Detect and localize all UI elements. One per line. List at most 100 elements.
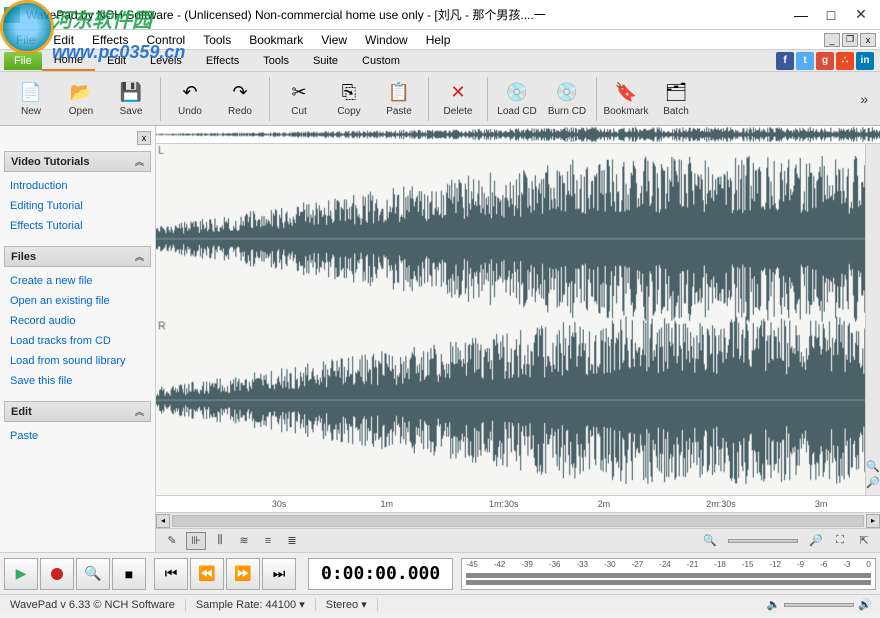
freq-view-icon[interactable]: ⫼ <box>210 532 230 550</box>
tab-home[interactable]: Home <box>42 51 95 71</box>
scrub-button[interactable]: 🔍 <box>76 558 110 590</box>
linkedin-icon[interactable]: in <box>856 52 874 70</box>
link-introduction[interactable]: Introduction <box>6 176 149 196</box>
menu-view[interactable]: View <box>313 31 355 49</box>
status-channels: Stereo ▾ <box>316 598 378 611</box>
delete-button[interactable]: ✕Delete <box>433 75 483 123</box>
stop-button[interactable]: ■ <box>112 558 146 590</box>
zoom-slider[interactable] <box>728 539 798 543</box>
waveform-view-icon[interactable]: ⊪ <box>186 532 206 550</box>
zoom-out-vertical-icon[interactable]: 🔎 <box>866 476 879 489</box>
link-effects-tutorial[interactable]: Effects Tutorial <box>6 216 149 236</box>
horizontal-scrollbar[interactable]: ◂ ▸ <box>156 513 880 528</box>
time-mark: 2m:30s <box>706 499 736 509</box>
menu-edit[interactable]: Edit <box>45 31 82 49</box>
time-ruler[interactable]: 30s 1m 1m:30s 2m 2m:30s 3m <box>156 495 880 513</box>
skip-start-button[interactable]: ⏮ <box>154 558 188 590</box>
zoom-out-icon[interactable]: 🔍 <box>700 532 720 550</box>
play-button[interactable]: ▶ <box>4 558 38 590</box>
paste-icon: 📋 <box>387 80 411 104</box>
menu-tools[interactable]: Tools <box>195 31 239 49</box>
tab-custom[interactable]: Custom <box>350 52 412 70</box>
menu-help[interactable]: Help <box>418 31 459 49</box>
file-tab[interactable]: File <box>4 52 42 70</box>
menu-control[interactable]: Control <box>139 31 194 49</box>
scroll-left-icon[interactable]: ◂ <box>156 514 170 528</box>
pencil-tool-icon[interactable]: ✎ <box>162 532 182 550</box>
stereo-view-icon[interactable]: ≡ <box>258 532 278 550</box>
burn-cd-button[interactable]: 💿Burn CD <box>542 75 592 123</box>
tab-levels[interactable]: Levels <box>138 52 194 70</box>
paste-button[interactable]: 📋Paste <box>374 75 424 123</box>
record-button[interactable] <box>40 558 74 590</box>
dropdown-icon[interactable]: ▾ <box>299 599 305 611</box>
mdi-restore-button[interactable]: ❐ <box>842 33 858 47</box>
waveform-overview[interactable] <box>156 126 880 144</box>
level-meter: -45-42-39-36-33-30-27-24-21-18-15-12-9-6… <box>461 558 876 590</box>
twitter-icon[interactable]: t <box>796 52 814 70</box>
zoom-in-vertical-icon[interactable]: 🔍 <box>866 460 879 473</box>
toolbar-sep <box>160 77 161 121</box>
menu-bookmark[interactable]: Bookmark <box>241 31 311 49</box>
minimize-button[interactable]: — <box>786 4 816 26</box>
chevron-up-icon: ︽ <box>135 155 144 168</box>
waveform-display[interactable]: 🔍 🔎 <box>156 144 880 495</box>
status-version: WavePad v 6.33 © NCH Software <box>0 599 186 611</box>
scroll-right-icon[interactable]: ▸ <box>866 514 880 528</box>
link-open-file[interactable]: Open an existing file <box>6 291 149 311</box>
sidebar-close-icon[interactable]: x <box>137 131 151 145</box>
new-button[interactable]: 📄New <box>6 75 56 123</box>
link-load-cd[interactable]: Load tracks from CD <box>6 331 149 351</box>
mdi-minimize-button[interactable]: _ <box>824 33 840 47</box>
tab-tools[interactable]: Tools <box>251 52 301 70</box>
tab-edit[interactable]: Edit <box>95 52 138 70</box>
link-save-file[interactable]: Save this file <box>6 371 149 391</box>
panel-video-tutorials-header[interactable]: Video Tutorials ︽ <box>4 151 151 172</box>
forward-button[interactable]: ⏩ <box>226 558 260 590</box>
undo-button[interactable]: ↶Undo <box>165 75 215 123</box>
panel-files-header[interactable]: Files ︽ <box>4 246 151 267</box>
link-editing-tutorial[interactable]: Editing Tutorial <box>6 196 149 216</box>
link-record-audio[interactable]: Record audio <box>6 311 149 331</box>
stumbleupon-icon[interactable]: ∴ <box>836 52 854 70</box>
dropdown-icon[interactable]: ▾ <box>361 599 367 611</box>
menu-window[interactable]: Window <box>357 31 416 49</box>
redo-icon: ↷ <box>228 80 252 104</box>
batch-button[interactable]: 🗂Batch <box>651 75 701 123</box>
save-button[interactable]: 💾Save <box>106 75 156 123</box>
speaker-loud-icon[interactable]: 🔊 <box>858 598 872 611</box>
link-create-file[interactable]: Create a new file <box>6 271 149 291</box>
time-mark: 1m:30s <box>489 499 519 509</box>
facebook-icon[interactable]: f <box>776 52 794 70</box>
googleplus-icon[interactable]: g <box>816 52 834 70</box>
zoom-fit-icon[interactable]: ⇱ <box>854 532 874 550</box>
zoom-selection-icon[interactable]: ⛶ <box>830 532 850 550</box>
volume-slider[interactable] <box>784 603 854 607</box>
spectral-view-icon[interactable]: ≋ <box>234 532 254 550</box>
maximize-button[interactable]: □ <box>816 4 846 26</box>
menu-effects[interactable]: Effects <box>84 31 136 49</box>
panel-edit-header[interactable]: Edit ︽ <box>4 401 151 422</box>
load-cd-button[interactable]: 💿Load CD <box>492 75 542 123</box>
close-button[interactable]: ✕ <box>846 4 876 26</box>
mono-view-icon[interactable]: ≣ <box>282 532 302 550</box>
zoom-in-icon[interactable]: 🔎 <box>806 532 826 550</box>
open-button[interactable]: 📂Open <box>56 75 106 123</box>
menu-file[interactable]: File <box>8 31 43 49</box>
copy-button[interactable]: ⎘Copy <box>324 75 374 123</box>
redo-button[interactable]: ↷Redo <box>215 75 265 123</box>
bookmark-button[interactable]: 🔖Bookmark <box>601 75 651 123</box>
bookmark-icon: 🔖 <box>614 80 638 104</box>
cut-button[interactable]: ✂Cut <box>274 75 324 123</box>
speaker-icon[interactable]: 🔈 <box>767 598 781 611</box>
panel-title: Edit <box>11 406 32 418</box>
toolbar-more-icon[interactable]: » <box>854 91 874 107</box>
skip-end-button[interactable]: ⏭ <box>262 558 296 590</box>
tab-suite[interactable]: Suite <box>301 52 350 70</box>
link-sound-library[interactable]: Load from sound library <box>6 351 149 371</box>
rewind-button[interactable]: ⏪ <box>190 558 224 590</box>
tab-effects[interactable]: Effects <box>194 52 251 70</box>
vertical-scrollbar[interactable]: 🔍 🔎 <box>865 144 880 495</box>
link-paste[interactable]: Paste <box>6 426 149 446</box>
mdi-close-button[interactable]: x <box>860 33 876 47</box>
